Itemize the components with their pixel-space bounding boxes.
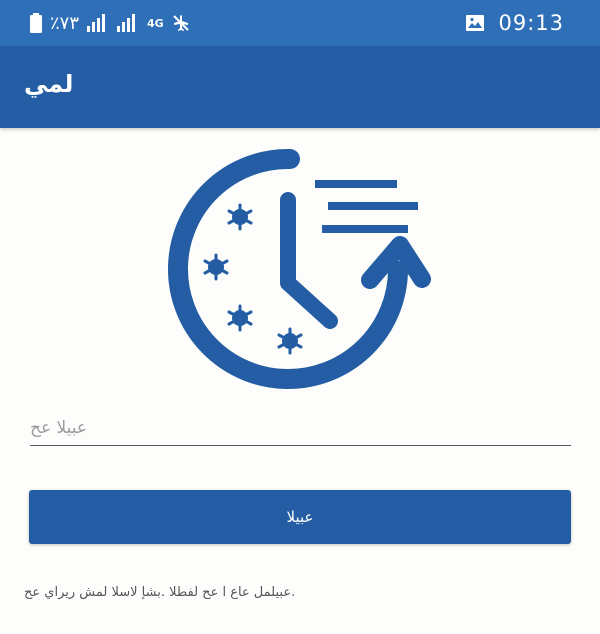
phone-number-input[interactable] (30, 410, 571, 446)
signal-strength-icon-2 (117, 14, 139, 32)
app-bar: لمي (0, 46, 600, 128)
status-icons-right: 09:13 (466, 10, 564, 36)
signal-strength-icon (87, 14, 109, 32)
clock-time: 09:13 (498, 11, 564, 35)
next-button[interactable]: عبيلا (29, 490, 571, 544)
network-type-label: 4G (147, 16, 164, 30)
battery-icon (30, 13, 42, 33)
image-notification-icon (466, 15, 485, 31)
airplane-off-icon (172, 14, 190, 32)
terms-note: عبيلمل عاع ا عح لفطلا .بشإ لاسلا لمش رير… (24, 585, 296, 600)
status-icons-left: ٪٧٣ 4G (30, 10, 190, 36)
clock-refresh-icon (168, 148, 431, 389)
clock-refresh-logo (160, 145, 440, 390)
app-title: لمي (24, 70, 74, 98)
status-bar: ٪٧٣ 4G 09:13 (0, 0, 600, 46)
battery-percent: ٪٧٣ (50, 12, 80, 34)
